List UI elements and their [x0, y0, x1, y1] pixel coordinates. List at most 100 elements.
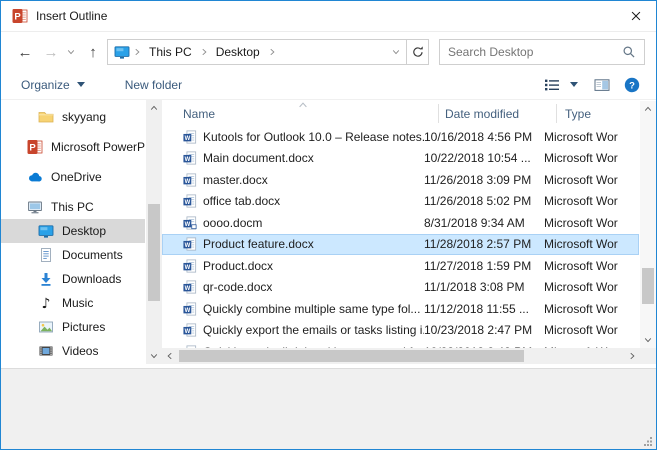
sidebar-item-onedrive[interactable]: OneDrive — [1, 165, 145, 189]
file-row[interactable]: Kutools for Outlook 10.0 – Release notes… — [162, 126, 639, 148]
file-name-text: Product.docx — [203, 259, 273, 273]
help-icon[interactable] — [624, 77, 640, 93]
chevron-right-icon — [627, 351, 637, 361]
sidebar-item-documents[interactable]: Documents — [1, 243, 145, 267]
file-row[interactable]: Main document.docx 10/22/2018 10:54 ... … — [162, 148, 639, 170]
resize-grip-icon[interactable] — [643, 436, 653, 446]
desktop-icon — [114, 44, 130, 60]
column-header-type[interactable]: Type — [565, 107, 640, 121]
horizontal-scrollbar-thumb[interactable] — [179, 350, 524, 362]
breadcrumb: This PC Desktop — [114, 44, 386, 60]
scroll-down-icon[interactable] — [640, 332, 656, 348]
file-row[interactable]: Quickly mark all deleted items as read f… — [162, 341, 639, 348]
chevron-up-icon — [149, 103, 159, 113]
sidebar-scrollbar[interactable] — [146, 100, 162, 364]
file-row[interactable]: Quickly export the emails or tasks listi… — [162, 320, 639, 342]
back-button[interactable]: ← — [13, 41, 37, 63]
file-date-cell: 11/27/2018 1:59 PM — [424, 259, 544, 273]
list-view-icon[interactable] — [544, 77, 560, 93]
title-bar: Insert Outline — [1, 1, 656, 32]
scroll-up-icon[interactable] — [640, 101, 656, 117]
worddoc-icon — [183, 280, 197, 294]
chevron-down-icon — [643, 335, 653, 345]
search-box — [439, 39, 645, 65]
breadcrumb-item-this-pc[interactable]: This PC — [144, 45, 197, 59]
close-icon — [629, 9, 643, 23]
file-name-cell: oooo.docm — [162, 216, 424, 230]
file-list: Kutools for Outlook 10.0 – Release notes… — [162, 126, 639, 348]
file-type-cell: Microsoft Wor — [544, 280, 639, 294]
file-name-cell: Product feature.docx — [162, 237, 424, 251]
file-row[interactable]: qr-code.docx 11/1/2018 3:08 PM Microsoft… — [162, 277, 639, 299]
sidebar-item-label: Music — [62, 296, 93, 310]
preview-pane-icon[interactable] — [594, 77, 610, 93]
scroll-right-icon[interactable] — [624, 348, 640, 364]
sidebar-item-skyyang[interactable]: skyyang — [1, 105, 145, 129]
file-row[interactable]: office tab.docx 11/26/2018 5:02 PM Micro… — [162, 191, 639, 213]
file-date-cell: 11/26/2018 5:02 PM — [424, 194, 544, 208]
file-type-cell: Microsoft Wor — [544, 173, 639, 187]
up-button[interactable]: ↑ — [81, 41, 105, 63]
forward-button[interactable]: → — [39, 41, 63, 63]
search-input[interactable] — [440, 45, 622, 59]
sidebar-item-label: Microsoft PowerP — [51, 140, 145, 154]
sidebar-item-label: Pictures — [62, 320, 105, 334]
address-bar[interactable]: This PC Desktop — [107, 39, 429, 65]
scroll-up-icon[interactable] — [146, 100, 162, 116]
list-vertical-scrollbar[interactable] — [640, 101, 656, 348]
sidebar-item-music[interactable]: Music — [1, 291, 145, 315]
organize-label: Organize — [21, 78, 70, 92]
chevron-left-icon — [165, 351, 175, 361]
column-headers: Name Date modified Type — [162, 101, 640, 126]
sidebar-item-label: OneDrive — [51, 170, 102, 184]
sidebar-item-microsoft-powerp[interactable]: Microsoft PowerP — [1, 135, 145, 159]
sidebar-item-downloads[interactable]: Downloads — [1, 267, 145, 291]
column-divider[interactable] — [556, 104, 557, 123]
file-name-text: Quickly export the emails or tasks listi… — [203, 323, 424, 337]
address-dropdown-button[interactable] — [386, 40, 406, 64]
scroll-left-icon[interactable] — [162, 348, 178, 364]
desktop-icon — [38, 223, 54, 239]
file-row[interactable]: Product.docx 11/27/2018 1:59 PM Microsof… — [162, 255, 639, 277]
file-name-cell: Quickly combine multiple same type fol..… — [162, 302, 424, 316]
scrollbar-corner — [640, 348, 657, 364]
file-row[interactable]: oooo.docm 8/31/2018 9:34 AM Microsoft Wo… — [162, 212, 639, 234]
file-name-cell: qr-code.docx — [162, 280, 424, 294]
chevron-down-icon — [77, 82, 85, 87]
file-row[interactable]: Product feature.docx 11/28/2018 2:57 PM … — [162, 234, 639, 256]
list-horizontal-scrollbar[interactable] — [162, 348, 640, 364]
chevron-down-icon — [149, 351, 159, 361]
close-button[interactable] — [616, 1, 656, 31]
dialog-title: Insert Outline — [36, 9, 107, 23]
file-date-cell: 11/12/2018 11:55 ... — [424, 302, 544, 316]
sidebar-item-this-pc[interactable]: This PC — [1, 195, 145, 219]
new-folder-button[interactable]: New folder — [119, 78, 188, 92]
column-divider[interactable] — [438, 104, 439, 123]
views-dropdown-icon[interactable] — [570, 82, 578, 87]
file-name-text: Product feature.docx — [203, 237, 314, 251]
chevron-right-icon — [132, 47, 142, 57]
navigation-pane: skyyang Microsoft PowerP OneDrive This P… — [1, 100, 145, 363]
scroll-down-icon[interactable] — [146, 348, 162, 364]
file-type-cell: Microsoft Wor — [544, 216, 639, 230]
refresh-button[interactable] — [406, 40, 428, 64]
list-scrollbar-thumb[interactable] — [642, 268, 654, 304]
sidebar-item-videos[interactable]: Videos — [1, 339, 145, 363]
file-date-cell: 10/23/2018 2:47 PM — [424, 323, 544, 337]
sidebar-scrollbar-thumb[interactable] — [148, 204, 160, 301]
file-date-cell: 11/26/2018 3:09 PM — [424, 173, 544, 187]
file-name-cell: Quickly export the emails or tasks listi… — [162, 323, 424, 337]
file-row[interactable]: master.docx 11/26/2018 3:09 PM Microsoft… — [162, 169, 639, 191]
file-row[interactable]: Quickly combine multiple same type fol..… — [162, 298, 639, 320]
organize-button[interactable]: Organize — [15, 78, 91, 92]
breadcrumb-item-desktop[interactable]: Desktop — [211, 45, 265, 59]
chevron-up-icon — [643, 104, 653, 114]
column-header-date-modified[interactable]: Date modified — [445, 107, 565, 121]
sidebar-item-pictures[interactable]: Pictures — [1, 315, 145, 339]
file-name-cell: Main document.docx — [162, 151, 424, 165]
history-dropdown-button[interactable] — [63, 41, 79, 63]
file-name-text: qr-code.docx — [203, 280, 272, 294]
sidebar-item-desktop[interactable]: Desktop — [1, 219, 145, 243]
file-name-text: Main document.docx — [203, 151, 314, 165]
search-icon[interactable] — [622, 45, 636, 59]
